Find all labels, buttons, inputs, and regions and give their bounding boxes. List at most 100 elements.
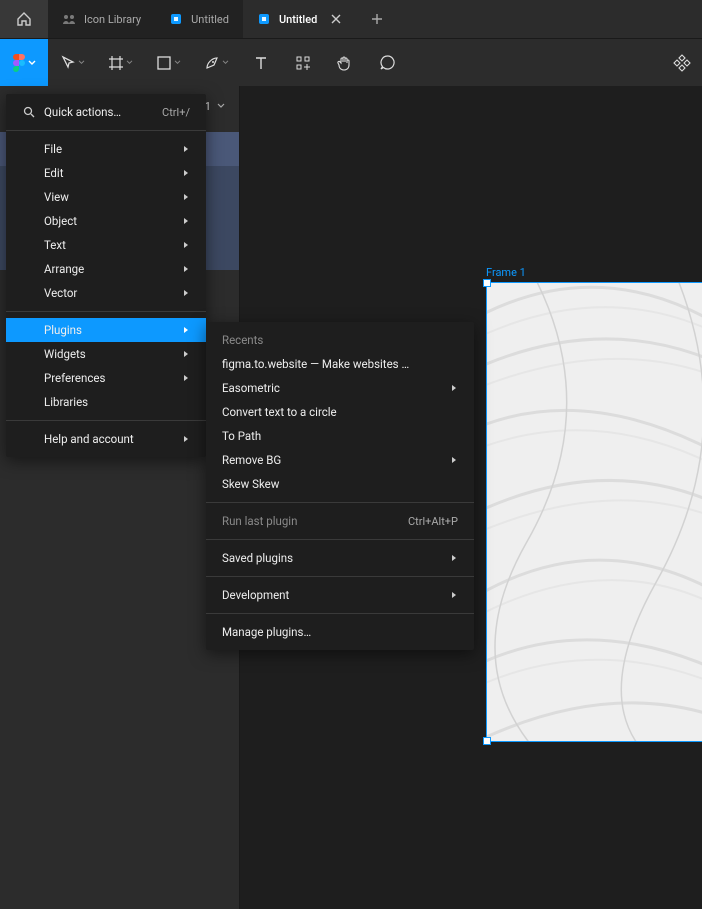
- chevron-right-icon: [182, 326, 190, 334]
- chevron-right-icon: [450, 384, 458, 392]
- search-icon: [22, 105, 36, 119]
- plugin-manage[interactable]: Manage plugins…: [206, 620, 474, 644]
- menu-quick-actions[interactable]: Quick actions… Ctrl+/: [6, 100, 206, 124]
- resources-tool[interactable]: [282, 39, 324, 87]
- chevron-right-icon: [182, 217, 190, 225]
- chevron-down-icon: [126, 60, 133, 65]
- menu-label: Remove BG: [222, 453, 281, 467]
- chevron-down-icon: [174, 60, 181, 65]
- chevron-right-icon: [182, 169, 190, 177]
- menu-shortcut: Ctrl+Alt+P: [408, 515, 458, 528]
- menu-label: To Path: [222, 429, 261, 443]
- canvas-frame-label[interactable]: Frame 1: [486, 266, 526, 279]
- text-tool[interactable]: [240, 39, 282, 87]
- plugin-remove-bg[interactable]: Remove BG: [206, 448, 474, 472]
- plugin-development[interactable]: Development: [206, 583, 474, 607]
- menu-libraries[interactable]: Libraries: [6, 390, 206, 414]
- close-icon: [331, 14, 341, 24]
- menu-text[interactable]: Text: [6, 233, 206, 257]
- text-icon: [253, 55, 269, 71]
- menu-label: Libraries: [44, 395, 88, 409]
- hand-tool[interactable]: [324, 39, 366, 87]
- community-icon: [62, 12, 76, 26]
- chevron-right-icon: [450, 554, 458, 562]
- plugin-easometric[interactable]: Easometric: [206, 376, 474, 400]
- components-button[interactable]: [662, 39, 702, 87]
- menu-separator: [206, 613, 474, 614]
- menu-widgets[interactable]: Widgets: [6, 342, 206, 366]
- plugin-run-last: Run last plugin Ctrl+Alt+P: [206, 509, 474, 533]
- shape-tool[interactable]: [144, 39, 192, 87]
- frame-tool[interactable]: [96, 39, 144, 87]
- menu-label: File: [44, 142, 62, 156]
- chevron-down-icon: [78, 60, 85, 65]
- plugin-figma-to-website[interactable]: figma.to.website — Make websites …: [206, 352, 474, 376]
- plugin-saved[interactable]: Saved plugins: [206, 546, 474, 570]
- menu-label: Easometric: [222, 381, 280, 395]
- resize-handle-bl[interactable]: [483, 737, 491, 745]
- home-icon: [16, 11, 32, 27]
- chevron-right-icon: [182, 145, 190, 153]
- move-tool[interactable]: [48, 39, 96, 87]
- menu-label: Saved plugins: [222, 551, 293, 565]
- menu-arrange[interactable]: Arrange: [6, 257, 206, 281]
- plus-icon: [371, 13, 383, 25]
- frame-icon: [108, 55, 124, 71]
- menu-label: Preferences: [44, 371, 105, 385]
- chevron-down-icon: [28, 60, 36, 66]
- chevron-right-icon: [182, 435, 190, 443]
- figma-logo-icon: [12, 53, 26, 73]
- menu-shortcut: Ctrl+/: [162, 106, 190, 119]
- canvas-frame[interactable]: [486, 282, 702, 742]
- tab-untitled-1[interactable]: Untitled: [155, 0, 243, 38]
- resize-handle-tl[interactable]: [483, 279, 491, 287]
- chevron-right-icon: [182, 265, 190, 273]
- toolbar: [0, 38, 702, 86]
- chevron-right-icon: [182, 241, 190, 249]
- pen-icon: [204, 55, 220, 71]
- menu-plugins[interactable]: Plugins: [6, 318, 206, 342]
- menu-label: Arrange: [44, 262, 84, 276]
- menu-separator: [206, 539, 474, 540]
- menu-label: Object: [44, 214, 77, 228]
- menu-edit[interactable]: Edit: [6, 161, 206, 185]
- plugins-submenu: Recents figma.to.website — Make websites…: [206, 322, 474, 650]
- chevron-right-icon: [182, 193, 190, 201]
- chevron-right-icon: [450, 591, 458, 599]
- figma-file-icon: [169, 12, 183, 26]
- comment-tool[interactable]: [366, 39, 408, 87]
- home-tab[interactable]: [0, 0, 48, 38]
- tab-untitled-2-active[interactable]: Untitled: [243, 0, 357, 38]
- tab-label: Untitled: [191, 13, 229, 26]
- menu-label: Convert text to a circle: [222, 405, 337, 419]
- menu-label: Edit: [44, 166, 63, 180]
- frame-content-texture: [487, 283, 702, 741]
- menu-file[interactable]: File: [6, 137, 206, 161]
- menu-view[interactable]: View: [6, 185, 206, 209]
- menu-separator: [206, 576, 474, 577]
- figma-menu-button[interactable]: [0, 39, 48, 87]
- menu-separator: [6, 420, 206, 421]
- close-tab-button[interactable]: [329, 12, 343, 26]
- new-tab-button[interactable]: [357, 0, 397, 38]
- tab-label: Icon Library: [84, 13, 141, 26]
- plugin-to-path[interactable]: To Path: [206, 424, 474, 448]
- tab-bar: Icon Library Untitled Untitled: [0, 0, 702, 38]
- menu-help[interactable]: Help and account: [6, 427, 206, 451]
- pen-tool[interactable]: [192, 39, 240, 87]
- menu-label: Development: [222, 588, 289, 602]
- hand-icon: [336, 54, 354, 72]
- chevron-right-icon: [182, 374, 190, 382]
- menu-object[interactable]: Object: [6, 209, 206, 233]
- tab-icon-library[interactable]: Icon Library: [48, 0, 155, 38]
- menu-preferences[interactable]: Preferences: [6, 366, 206, 390]
- plugin-convert-text-circle[interactable]: Convert text to a circle: [206, 400, 474, 424]
- comment-icon: [379, 54, 396, 71]
- menu-label: Skew Skew: [222, 477, 279, 491]
- chevron-down-icon: [217, 103, 225, 109]
- plugin-skew-skew[interactable]: Skew Skew: [206, 472, 474, 496]
- menu-vector[interactable]: Vector: [6, 281, 206, 305]
- menu-label: Quick actions…: [44, 105, 121, 119]
- menu-label: Manage plugins…: [222, 625, 311, 639]
- menu-separator: [6, 311, 206, 312]
